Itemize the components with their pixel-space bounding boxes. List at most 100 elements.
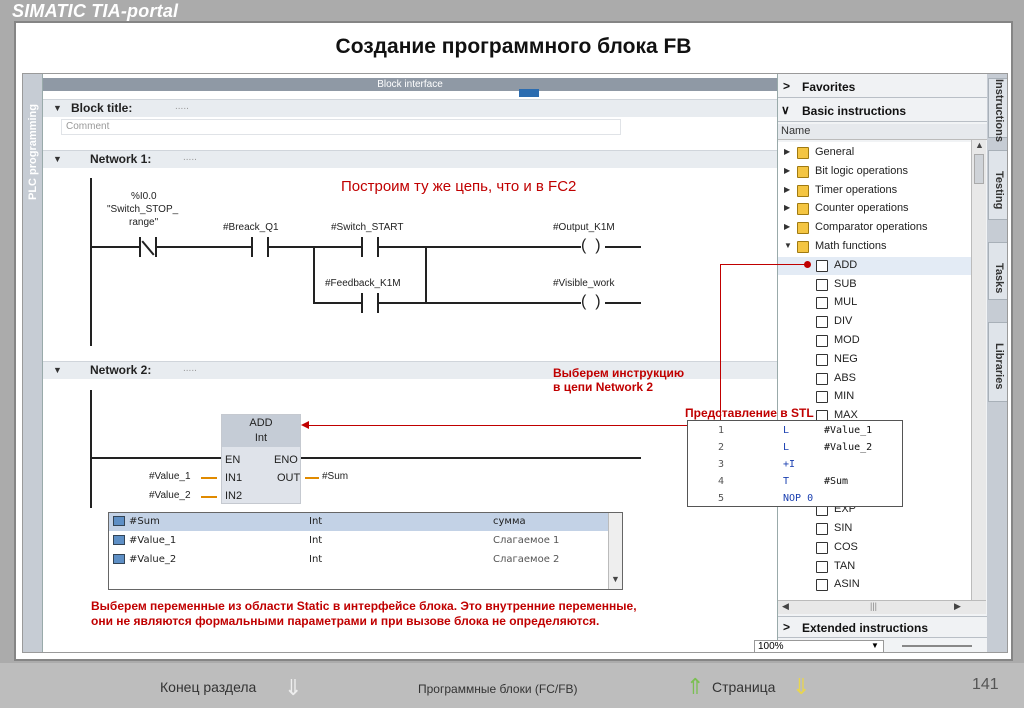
extended-instructions-section[interactable]: > Extended instructions	[778, 616, 988, 638]
comment-field[interactable]: Comment	[61, 119, 621, 135]
tree-group[interactable]: ▶ General	[778, 144, 971, 162]
favorites-section[interactable]: > Favorites	[778, 76, 988, 98]
tab-instructions[interactable]: Instructions	[988, 78, 1007, 142]
tab-tasks[interactable]: Tasks	[988, 242, 1007, 300]
add-box-title: ADD	[249, 417, 273, 429]
box-icon	[816, 541, 828, 554]
instruction-item[interactable]: MUL	[778, 294, 971, 312]
collapse-icon[interactable]: ▼	[53, 154, 62, 164]
en-pin: EN	[225, 454, 241, 466]
box-icon	[816, 391, 828, 404]
end-section-link[interactable]: Конец раздела	[160, 679, 256, 695]
tree-group[interactable]: ▶ Timer operations	[778, 182, 971, 200]
block-interface-toggle[interactable]	[519, 89, 539, 97]
network-2-annotation-1: Выберем инструкцию	[553, 366, 685, 380]
arrow-down-icon[interactable]: ⇓	[792, 674, 810, 700]
collapse-icon[interactable]: ▼	[53, 365, 62, 375]
collapsed-icon: ▶	[784, 203, 791, 213]
branch-right	[425, 246, 427, 302]
horizontal-scrollbar[interactable]: ◀ ||| ▶	[778, 600, 986, 614]
instruction-item[interactable]: COS	[778, 539, 971, 557]
instruction-item[interactable]: DIV	[778, 313, 971, 331]
box-icon	[816, 353, 828, 366]
plc-programming-tab[interactable]: PLC programming	[23, 74, 43, 652]
table-row[interactable]: #Value_1 Int Слагаемое 1	[109, 532, 622, 550]
box-icon	[816, 579, 828, 592]
no-contact[interactable]	[251, 237, 269, 257]
scroll-left-icon[interactable]: ◀	[782, 601, 789, 612]
collapsed-icon: ▶	[784, 222, 791, 232]
block-title-row: ▼ Block title: .....	[43, 99, 777, 117]
table-row[interactable]: #Value_2 Int Слагаемое 2	[109, 551, 622, 569]
contact-label: #Switch_START	[331, 222, 404, 233]
tree-scrollbar[interactable]: ▲	[971, 140, 986, 600]
tree-group[interactable]: ▼ Math functions	[778, 238, 971, 256]
zoom-slider[interactable]	[902, 645, 972, 647]
add-box[interactable]: ADD Int EN ENO IN1 OUT IN2	[221, 414, 301, 504]
stl-popup: 1 L #Value_1 2 L #Value_2 3 +I 4 T #Sum 5 NOP 0	[687, 420, 903, 507]
instruction-item[interactable]: TAN	[778, 558, 971, 576]
folder-icon	[797, 241, 809, 253]
instructions-panel: > Favorites ∨ Basic instructions Name ▶ G…	[754, 74, 988, 652]
tree-group[interactable]: ▶ Counter operations	[778, 200, 971, 218]
name-column-header: Name	[778, 124, 988, 140]
rung-2	[90, 457, 221, 459]
chevron-down-icon: ▼	[871, 641, 879, 650]
box-icon	[816, 278, 828, 291]
scroll-grip-icon: |||	[870, 601, 878, 611]
in1-pin: IN1	[225, 472, 243, 484]
folder-icon	[797, 165, 809, 178]
collapsed-icon: ▶	[784, 165, 791, 175]
arrow-connector	[720, 264, 721, 426]
instruction-item[interactable]: SIN	[778, 520, 971, 538]
instruction-item[interactable]: ASIN	[778, 576, 971, 594]
coil-label: #Output_K1M	[553, 222, 615, 233]
box-icon	[816, 523, 828, 535]
stl-line: 1 L #Value_1	[718, 425, 873, 436]
add-box-type: Int	[254, 432, 268, 444]
coil[interactable]: ( )	[581, 293, 605, 313]
scroll-thumb[interactable]	[974, 154, 984, 184]
instruction-item[interactable]: MOD	[778, 332, 971, 350]
zoom-select[interactable]: 100% ▼	[754, 640, 884, 652]
arrow-down-icon[interactable]: ⇓	[284, 675, 302, 701]
box-icon	[816, 297, 828, 310]
variable-icon	[113, 535, 125, 545]
footer: Конец раздела ⇓ Программные блоки (FC/FB…	[0, 663, 1024, 708]
tree-group[interactable]: ▶ Bit logic operations	[778, 163, 971, 181]
no-contact[interactable]	[361, 293, 379, 313]
scroll-down-icon[interactable]: ▼	[611, 574, 620, 584]
block-title-label: Block title:	[71, 101, 133, 115]
coil[interactable]: ( )	[581, 237, 605, 257]
basic-instructions-section[interactable]: ∨ Basic instructions	[778, 100, 988, 122]
no-contact[interactable]	[361, 237, 379, 257]
block-interface-bar[interactable]: Block interface	[43, 78, 777, 91]
collapse-icon[interactable]: ▼	[53, 103, 62, 113]
folder-icon	[797, 147, 809, 159]
tab-libraries[interactable]: Libraries	[988, 322, 1007, 402]
arrow-up-icon[interactable]: ⇑	[686, 674, 704, 700]
power-rail	[90, 178, 92, 346]
ladder-editor: Block interface ▼ Block title: ..... Com…	[43, 74, 777, 652]
instruction-item[interactable]: MIN	[778, 388, 971, 406]
scroll-up-icon[interactable]: ▲	[975, 140, 984, 150]
tab-testing[interactable]: Testing	[988, 150, 1007, 220]
box-icon	[816, 560, 828, 573]
scroll-right-icon[interactable]: ▶	[954, 601, 961, 612]
tree-group[interactable]: ▶ Comparator operations	[778, 219, 971, 237]
right-tab-strip: Instructions Testing Tasks Libraries	[987, 74, 1007, 652]
instruction-item[interactable]: SUB	[778, 276, 971, 294]
table-scrollbar[interactable]: ▼	[608, 513, 622, 589]
collapsed-icon: ▶	[784, 184, 791, 194]
table-row[interactable]: #Sum Int сумма	[109, 513, 622, 531]
in1-variable[interactable]: #Value_1	[149, 471, 191, 482]
nc-contact[interactable]	[139, 237, 157, 257]
slide: Создание программного блока FB PLC progr…	[14, 21, 1013, 661]
static-variables-table: #Sum Int сумма #Value_1 Int Слагаемое 1 …	[108, 512, 623, 590]
page-number: 141	[972, 676, 999, 693]
arrowhead-icon	[301, 421, 309, 429]
instruction-item[interactable]: NEG	[778, 351, 971, 369]
dot-icon	[804, 261, 811, 268]
instruction-item[interactable]: ABS	[778, 370, 971, 388]
contact-label: range"	[129, 217, 159, 228]
